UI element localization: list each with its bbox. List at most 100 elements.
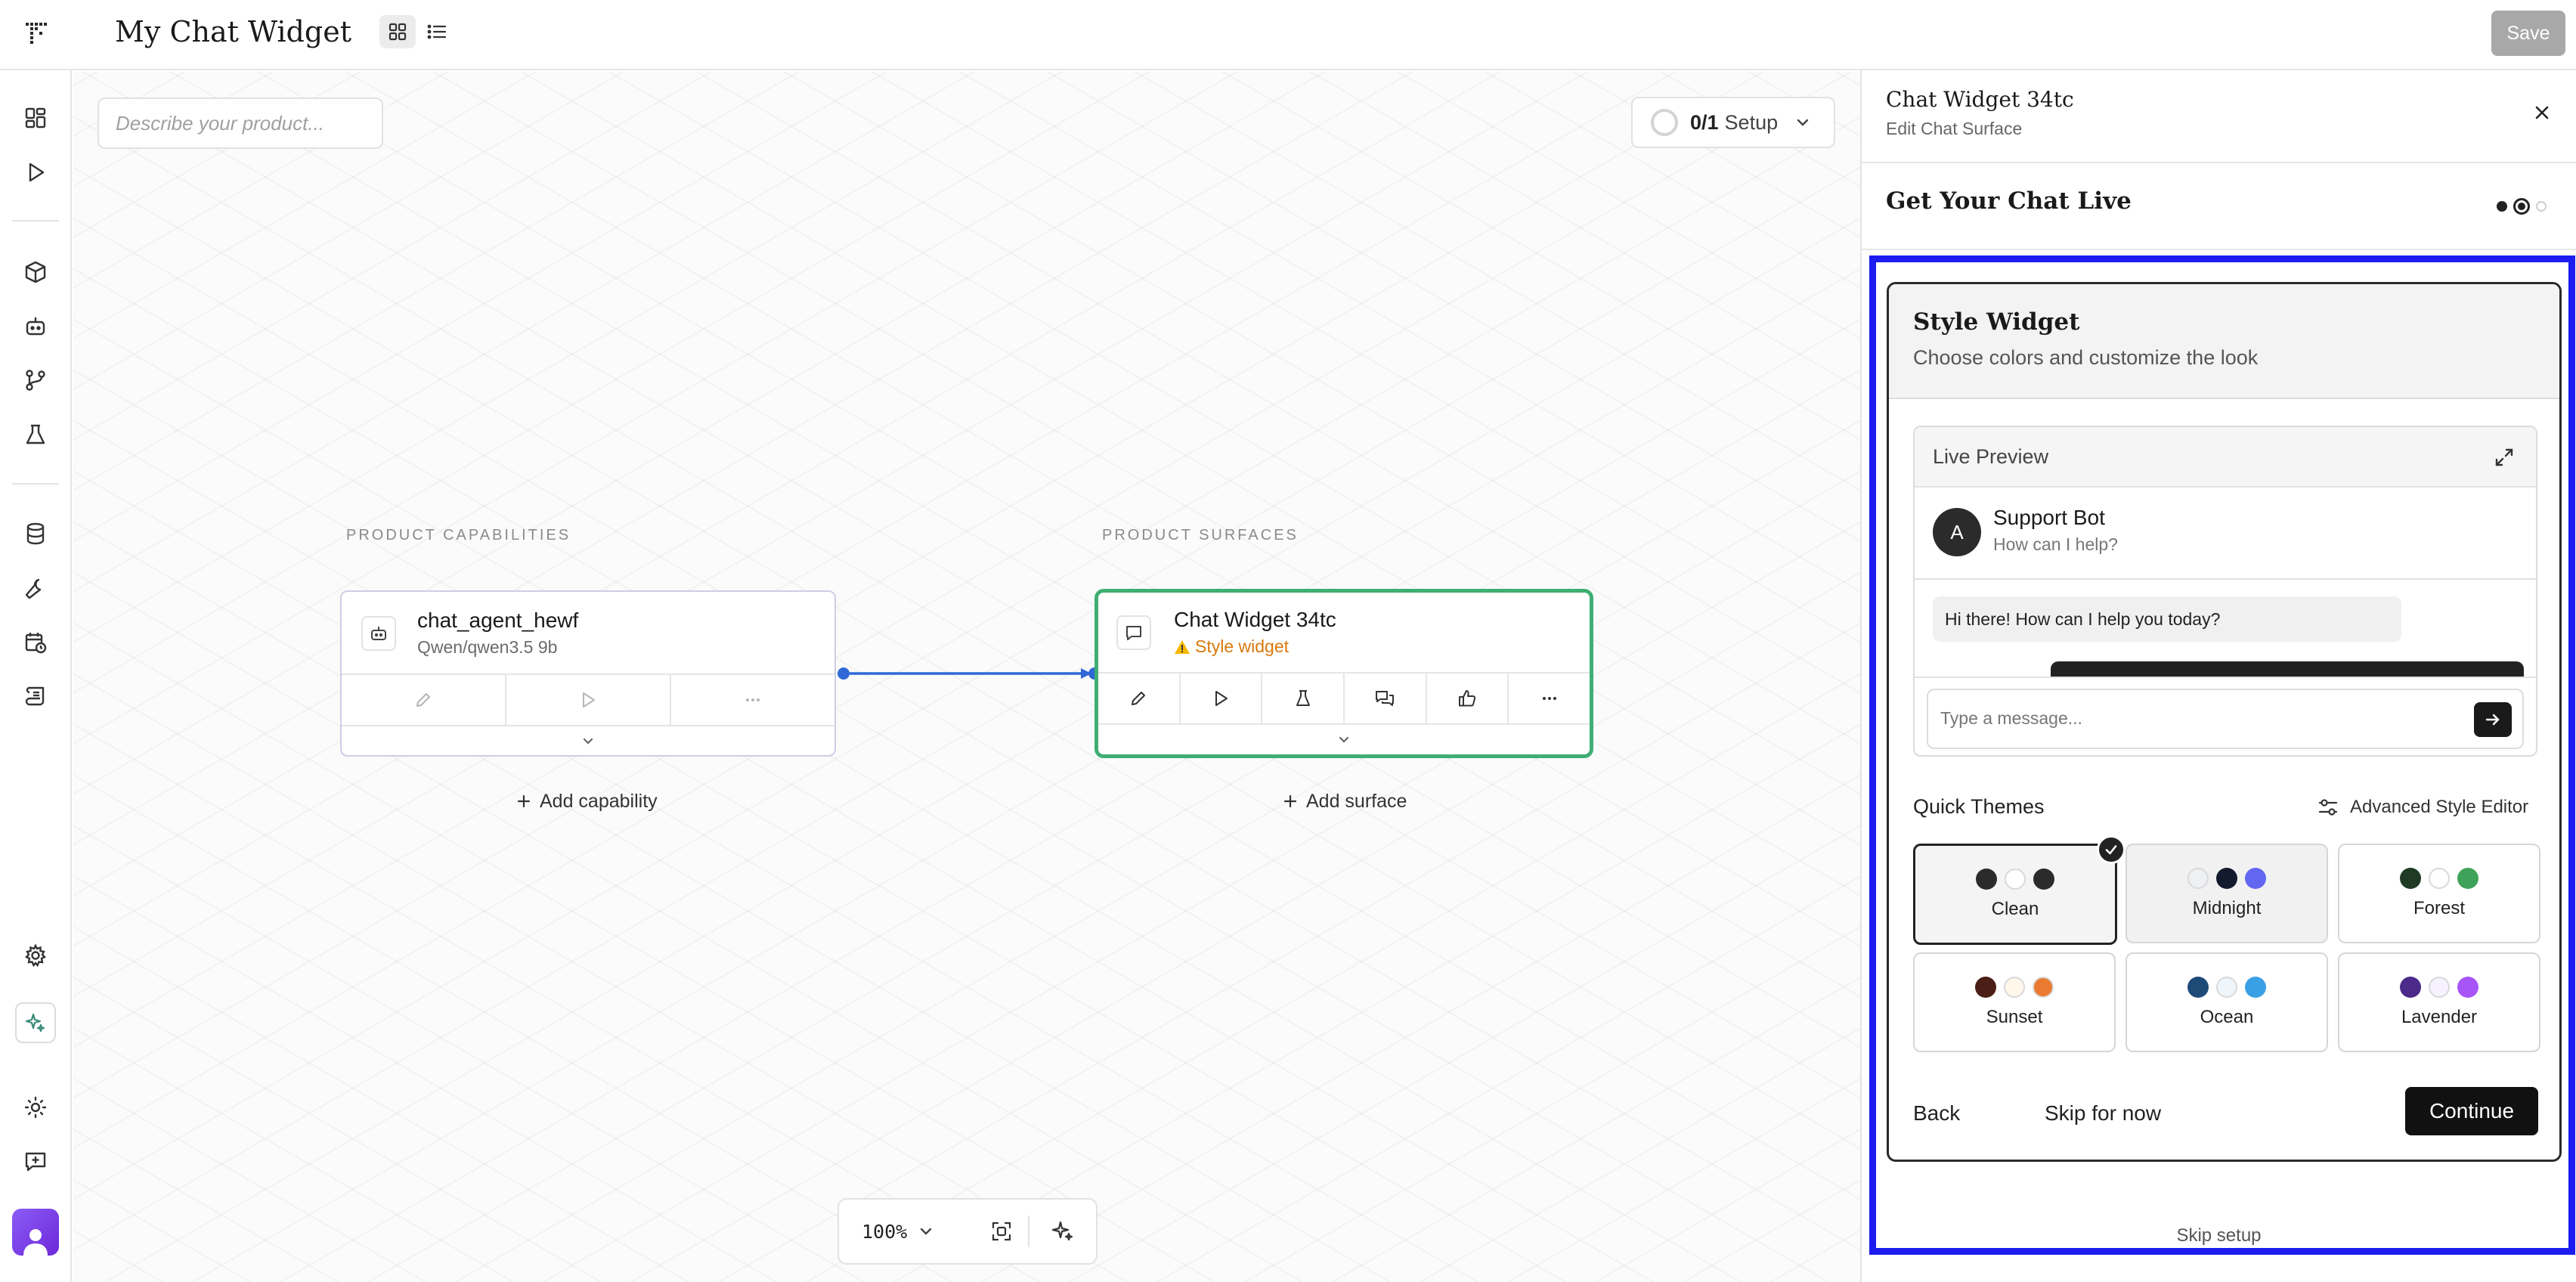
warning-icon [1174, 639, 1190, 655]
step-title: Get Your Chat Live [1886, 187, 2132, 215]
capability-node-icon-box [361, 616, 396, 651]
add-capability-button[interactable]: Add capability [516, 786, 658, 816]
capability-node-actions [342, 674, 834, 725]
zoom-level-select[interactable]: 100% [839, 1221, 974, 1243]
add-capability-label: Add capability [540, 790, 658, 812]
theme-card-clean[interactable]: Clean [1913, 835, 2126, 945]
chat-input-area: Type a message... [1915, 677, 2536, 755]
style-widget-header: Style Widget Choose colors and customize… [1889, 284, 2559, 399]
capability-expand-button[interactable] [342, 725, 834, 757]
send-message-button[interactable] [2474, 702, 2512, 737]
sidebar-item-packages[interactable] [18, 255, 53, 290]
chat-messages: Hi there! How can I help you today? [1915, 581, 2536, 677]
app-logo[interactable] [21, 17, 54, 50]
sparkles-icon [24, 1011, 47, 1034]
sidebar-item-schedule[interactable] [18, 625, 53, 660]
theme-card-forest[interactable]: Forest [2338, 844, 2540, 943]
avatar[interactable] [12, 1209, 59, 1256]
surface-node-actions [1098, 672, 1590, 723]
capability-more-button[interactable] [671, 675, 834, 725]
wrench-icon [23, 576, 48, 600]
skip-setup-button[interactable]: Skip setup [1862, 1225, 2576, 1246]
color-swatch [2457, 977, 2478, 998]
advanced-style-editor-button[interactable]: Advanced Style Editor [2317, 792, 2528, 822]
live-preview-label: Live Preview [1933, 445, 2049, 468]
product-description-input[interactable]: Describe your product... [98, 98, 383, 149]
dashboard-icon [23, 106, 48, 130]
skip-for-now-button[interactable]: Skip for now [2045, 1091, 2161, 1136]
workflow-canvas[interactable]: Describe your product... 0/1 Setup PRODU… [73, 72, 1860, 1282]
chat-input[interactable]: Type a message... [1927, 689, 2524, 749]
sidebar-item-logs[interactable] [18, 679, 53, 714]
expand-preview-button[interactable] [2489, 442, 2519, 472]
fit-view-button[interactable] [974, 1220, 1028, 1243]
theme-card-sunset[interactable]: Sunset [1913, 952, 2116, 1052]
more-horizontal-icon [1540, 689, 1559, 708]
sparkles-icon [1051, 1219, 1075, 1243]
test-surface-button[interactable] [1262, 674, 1345, 723]
surfaces-heading: PRODUCT SURFACES [1102, 527, 1299, 543]
surface-node[interactable]: Chat Widget 34tc Style widget [1094, 589, 1593, 758]
chevron-down-icon [1336, 732, 1351, 748]
sidebar-item-agents[interactable] [18, 309, 53, 344]
theme-card-midnight[interactable]: Midnight [2126, 844, 2328, 943]
sidebar-item-data[interactable] [18, 516, 53, 551]
messages-icon [1374, 689, 1395, 708]
list-icon [426, 22, 447, 42]
list-view-button[interactable] [419, 15, 455, 48]
grid-icon [388, 22, 407, 42]
chevron-down-icon [581, 734, 596, 749]
save-button[interactable]: Save [2491, 11, 2565, 56]
conversations-button[interactable] [1345, 674, 1427, 723]
color-swatch [2033, 869, 2054, 890]
back-button[interactable]: Back [1913, 1091, 1960, 1136]
setup-progress-label: Setup [1724, 110, 1779, 134]
run-capability-button[interactable] [506, 675, 671, 725]
add-surface-button[interactable]: Add surface [1282, 786, 1407, 816]
feedback-button[interactable] [1427, 674, 1509, 723]
setup-progress-button[interactable]: 0/1 Setup [1631, 97, 1835, 148]
sun-icon [23, 1095, 48, 1119]
theme-swatches [1975, 977, 2054, 998]
plus-icon [1282, 793, 1299, 810]
sidebar-item-run[interactable] [18, 155, 53, 190]
auto-layout-button[interactable] [1029, 1219, 1096, 1243]
sidebar-item-ai-assistant[interactable] [15, 1002, 56, 1043]
scroll-icon [23, 684, 48, 708]
close-panel-button[interactable] [2527, 98, 2557, 128]
edit-capability-button[interactable] [342, 675, 506, 725]
thumbs-up-icon [1457, 689, 1477, 708]
view-toggle [379, 15, 458, 48]
color-swatch [2216, 977, 2237, 998]
bot-name: Support Bot [1993, 506, 2105, 529]
setup-progress-count: 0/1 [1690, 110, 1719, 134]
panel-header-divider [1862, 162, 2576, 163]
sidebar-item-tools[interactable] [18, 571, 53, 605]
sidebar-item-dashboard[interactable] [18, 101, 53, 135]
theme-swatches [1976, 869, 2054, 890]
style-widget-highlight: Style Widget Choose colors and customize… [1869, 255, 2575, 1255]
sidebar-item-evals[interactable] [18, 417, 53, 452]
sidebar-item-workflows[interactable] [18, 363, 53, 398]
capabilities-heading: PRODUCT CAPABILITIES [346, 527, 571, 543]
surface-more-button[interactable] [1509, 674, 1590, 723]
run-surface-button[interactable] [1181, 674, 1263, 723]
sidebar-item-feedback[interactable] [18, 1144, 53, 1179]
surface-expand-button[interactable] [1098, 723, 1590, 755]
theme-card-lavender[interactable]: Lavender [2338, 952, 2540, 1052]
capability-node[interactable]: chat_agent_hewf Qwen/qwen3.5 9b [340, 590, 836, 757]
theme-swatches [2400, 977, 2478, 998]
edit-surface-button[interactable] [1098, 674, 1181, 723]
play-icon [1211, 689, 1231, 708]
sidebar-item-settings[interactable] [18, 938, 53, 973]
style-widget-card: Style Widget Choose colors and customize… [1887, 282, 2562, 1162]
color-swatch [2033, 977, 2054, 998]
grid-view-button[interactable] [379, 15, 416, 48]
pencil-icon [413, 690, 433, 710]
step-indicator [2497, 197, 2557, 215]
sidebar-item-theme[interactable] [18, 1090, 53, 1125]
continue-button[interactable]: Continue [2405, 1087, 2538, 1135]
quick-themes-grid: Clean Midnight Forest Sunset Ocean Lavender [1913, 835, 2540, 1052]
user-message-bubble [2051, 661, 2524, 677]
theme-card-ocean[interactable]: Ocean [2126, 952, 2328, 1052]
